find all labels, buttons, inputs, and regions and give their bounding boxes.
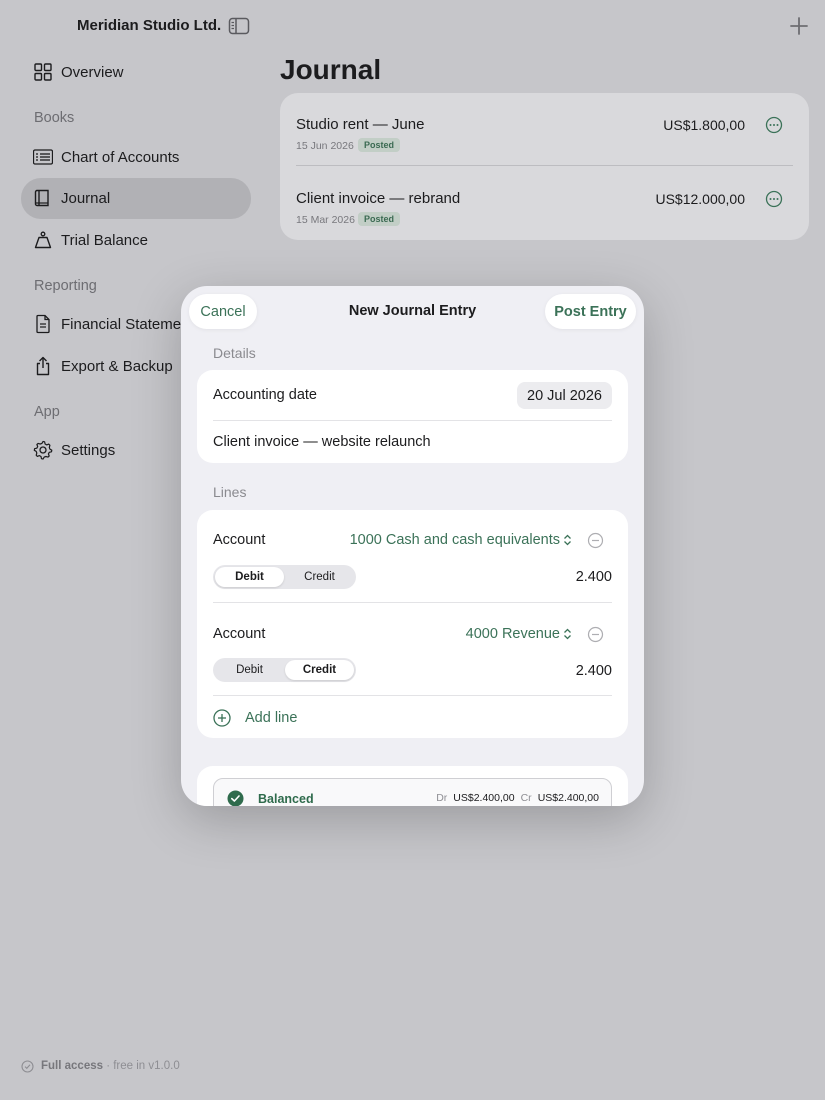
license-status: Full access <box>41 1060 104 1072</box>
section-header-lines: Lines <box>213 484 247 500</box>
journal-entry-row[interactable]: Studio rent — June 15 Jun 2026 Posted US… <box>296 93 793 165</box>
sidebar-item-label: Settings <box>61 442 116 459</box>
more-options-icon[interactable] <box>765 190 783 208</box>
gear-icon <box>33 440 53 460</box>
add-line-button[interactable]: Add line <box>213 707 413 729</box>
sidebar-item-trial-balance[interactable]: Trial Balance <box>21 220 251 261</box>
remove-line-icon[interactable] <box>587 626 604 643</box>
journal-entry-row[interactable]: Client invoice — rebrand 15 Mar 2026 Pos… <box>296 167 793 239</box>
entry-date: 15 Jun 2026 <box>296 140 354 152</box>
add-icon[interactable] <box>788 15 810 37</box>
entry-amount: US$1.800,00 <box>663 117 745 133</box>
chevron-up-down-icon <box>564 628 571 640</box>
app-window: Meridian Studio Ltd. Overview Books Char… <box>0 0 825 1100</box>
balance-status-label: Balanced <box>258 792 314 806</box>
chevron-up-down-icon <box>564 534 571 546</box>
checkmark-seal-icon <box>21 1060 34 1073</box>
section-header-details: Details <box>213 345 256 361</box>
book-icon <box>34 189 49 207</box>
remove-line-icon[interactable] <box>587 532 604 549</box>
credit-option[interactable]: Credit <box>285 567 354 587</box>
section-label-app: App <box>34 404 60 420</box>
sidebar-item-chart-of-accounts[interactable]: Chart of Accounts <box>21 137 251 178</box>
balance-totals: Dr US$2.400,00 Cr US$2.400,00 <box>436 792 599 804</box>
grid-icon <box>34 63 52 81</box>
account-picker[interactable]: 1000 Cash and cash equivalents <box>350 532 572 548</box>
status-badge: Posted <box>358 212 401 226</box>
divider <box>213 602 612 603</box>
accounting-date-picker[interactable]: 20 Jul 2026 <box>517 382 612 409</box>
checkmark-circle-icon <box>227 790 244 806</box>
entry-title: Studio rent — June <box>296 116 425 133</box>
account-picker[interactable]: 4000 Revenue <box>466 626 572 642</box>
status-badge: Posted <box>358 138 401 152</box>
debit-credit-toggle[interactable]: Debit Credit <box>213 658 356 682</box>
balance-status: Balanced Dr US$2.400,00 Cr US$2.400,00 <box>213 778 612 806</box>
debit-total-label: Dr <box>436 792 448 804</box>
line-amount-field[interactable]: 2.400 <box>576 569 612 585</box>
license-footer: Full access · free in v1.0.0 <box>12 1052 257 1082</box>
debit-total: US$2.400,00 <box>453 792 515 804</box>
document-icon <box>36 314 50 334</box>
account-picker-value: 4000 Revenue <box>465 626 560 642</box>
sidebar-item-label: Chart of Accounts <box>61 149 180 166</box>
add-line-label: Add line <box>245 710 298 726</box>
sidebar-item-journal[interactable]: Journal <box>21 178 251 219</box>
lines-group: Account 1000 Cash and cash equivalents D… <box>197 510 628 738</box>
plus-circle-icon <box>213 709 231 727</box>
debit-credit-toggle[interactable]: Debit Credit <box>213 565 356 589</box>
credit-total: US$2.400,00 <box>537 792 599 804</box>
journal-list: Studio rent — June 15 Jun 2026 Posted US… <box>280 93 809 240</box>
account-label: Account <box>213 626 266 642</box>
account-picker-value: 1000 Cash and cash equivalents <box>349 532 560 548</box>
credit-option[interactable]: Credit <box>285 660 354 680</box>
entry-title: Client invoice — rebrand <box>296 190 461 207</box>
entry-amount: US$12.000,00 <box>655 191 745 207</box>
section-label-books: Books <box>34 110 75 126</box>
license-version: · free in v1.0.0 <box>103 1060 180 1072</box>
new-journal-entry-sheet: Cancel New Journal Entry Post Entry Deta… <box>181 286 644 806</box>
divider <box>213 420 612 421</box>
post-entry-button[interactable]: Post Entry <box>545 294 636 329</box>
account-label: Account <box>213 532 266 548</box>
credit-total-label: Cr <box>520 792 532 804</box>
list-icon <box>33 149 53 165</box>
sidebar-item-label: Journal <box>61 190 111 207</box>
accounting-date-label: Accounting date <box>213 387 317 403</box>
more-options-icon[interactable] <box>765 116 783 134</box>
scale-icon <box>34 231 52 249</box>
sidebar-item-label: Overview <box>61 64 124 81</box>
sidebar-header: Meridian Studio Ltd. <box>0 14 265 40</box>
divider <box>213 695 612 696</box>
license-text: Full access · free in v1.0.0 <box>41 1060 180 1072</box>
details-group: Accounting date 20 Jul 2026 Client invoi… <box>197 370 628 463</box>
divider <box>296 165 793 166</box>
debit-option[interactable]: Debit <box>215 567 284 587</box>
sidebar-item-overview[interactable]: Overview <box>21 52 251 93</box>
debit-option[interactable]: Debit <box>215 660 284 680</box>
memo-field[interactable]: Client invoice — website relaunch <box>213 434 431 450</box>
sidebar-item-label: Trial Balance <box>61 232 148 249</box>
line-amount-field[interactable]: 2.400 <box>576 663 612 679</box>
share-icon <box>36 356 50 376</box>
balance-group: Balanced Dr US$2.400,00 Cr US$2.400,00 <box>197 766 628 806</box>
sidebar-toggle-icon[interactable] <box>228 16 250 36</box>
page-title: Journal <box>280 54 382 85</box>
section-label-reporting: Reporting <box>34 278 97 294</box>
sidebar-item-label: Export & Backup <box>61 358 173 375</box>
company-name: Meridian Studio Ltd. <box>77 17 222 34</box>
entry-date: 15 Mar 2026 <box>296 214 355 226</box>
